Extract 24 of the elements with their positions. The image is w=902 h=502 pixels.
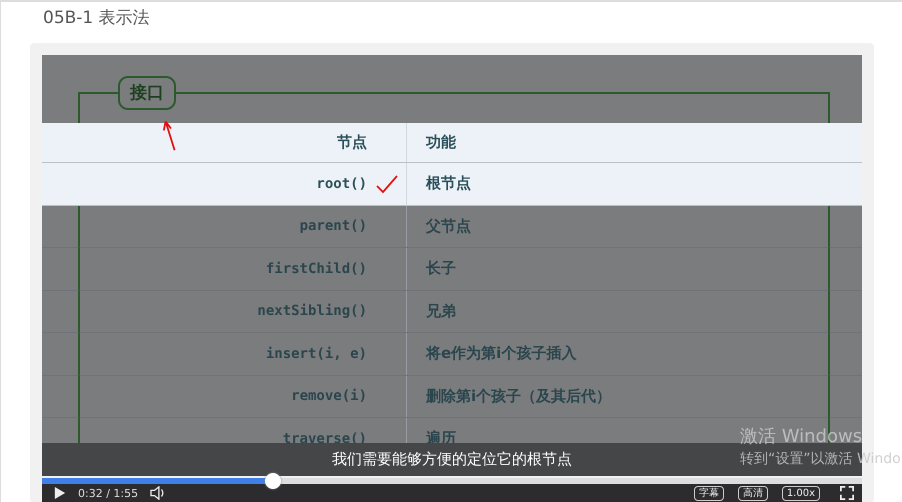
column-header: 节点 bbox=[336, 133, 367, 152]
table-cell-text: remove(i) bbox=[290, 388, 367, 404]
time-text: 0:32 / 1:55 bbox=[78, 486, 138, 500]
table-cell-text: insert(i, e) bbox=[264, 346, 367, 362]
column-header: 功能 bbox=[426, 133, 456, 152]
page-title: 05B-1 表示法 bbox=[43, 7, 151, 30]
table-cell: 长子 bbox=[426, 259, 456, 278]
volume-icon[interactable] bbox=[150, 486, 166, 500]
player-button[interactable]: 高清 bbox=[738, 486, 768, 500]
player-button[interactable]: 字幕 bbox=[694, 486, 724, 500]
table-cell: 兄弟 bbox=[426, 302, 456, 321]
slide-badge: 接口 bbox=[118, 76, 176, 110]
play-icon[interactable] bbox=[54, 486, 66, 500]
table-cell: 父节点 bbox=[426, 216, 471, 236]
table-cell: 根节点 bbox=[426, 174, 471, 194]
table-cell-text: root() bbox=[315, 176, 367, 192]
table-cell-text: nextSibling() bbox=[256, 303, 367, 320]
player-button[interactable]: 1.00x bbox=[782, 486, 820, 500]
table-cell-text: parent() bbox=[298, 218, 367, 234]
table-cell: 删除第i个孩子（及其后代） bbox=[426, 386, 612, 406]
fullscreen-icon[interactable] bbox=[840, 486, 854, 500]
table-cell-text: traverse() bbox=[282, 430, 367, 447]
table-cell: 将e作为第i个孩子插入 bbox=[426, 344, 576, 364]
table-cell-text: firstChild() bbox=[264, 260, 367, 277]
